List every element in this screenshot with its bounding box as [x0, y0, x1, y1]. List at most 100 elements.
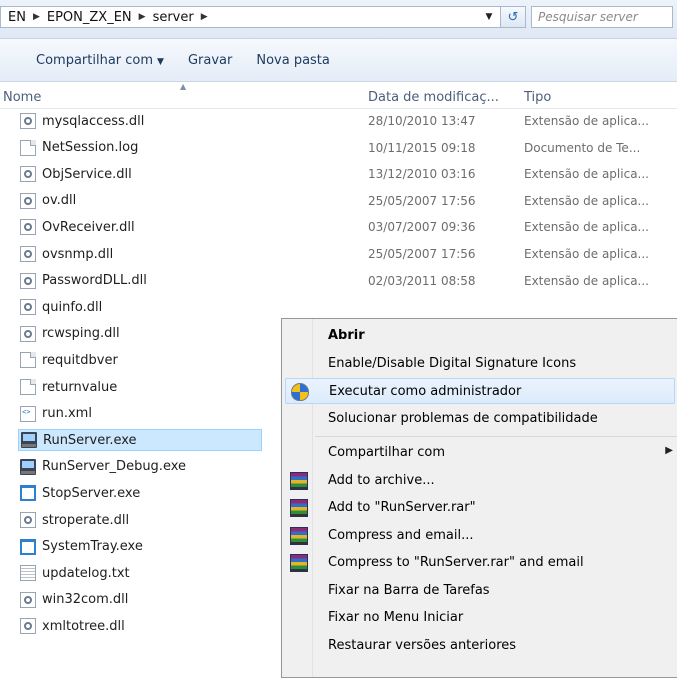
file-name: run.xml — [42, 406, 92, 422]
file-name-cell[interactable]: returnvalue — [18, 376, 262, 398]
file-name-cell[interactable]: StopServer.exe — [18, 482, 262, 504]
file-row[interactable]: ovsnmp.dll 25/05/2007 17:56 Extensão de ap… — [18, 243, 677, 265]
window-icon — [20, 485, 36, 502]
refresh-button[interactable]: ↺ — [500, 6, 526, 28]
menu-item-label: Add to "RunServer.rar" — [328, 500, 476, 515]
chevron-right-icon: ▶ — [665, 445, 673, 456]
refresh-icon: ↺ — [507, 9, 519, 25]
menu-item-compress-to-runserver-rar-and-email[interactable]: Compress to "RunServer.rar" and email — [285, 550, 675, 576]
winrar-icon — [290, 471, 308, 490]
menu-item-solucionar-problemas-de-compatibilidade[interactable]: Solucionar problemas de compatibilidade — [285, 406, 675, 432]
chevron-right-icon[interactable]: ▶ — [31, 12, 42, 22]
file-date: 13/12/2010 03:16 — [368, 167, 476, 182]
dll-icon — [20, 246, 36, 262]
menu-item-restaurar-vers-es-anteriores[interactable]: Restaurar versões anteriores — [285, 633, 675, 659]
menu-item-add-to-archive[interactable]: Add to archive... — [285, 468, 675, 494]
exe-icon — [20, 458, 36, 475]
file-name: rcwsping.dll — [42, 326, 120, 342]
file-name-cell[interactable]: NetSession.log — [18, 137, 262, 159]
file-name-cell[interactable]: run.xml — [18, 403, 262, 425]
file-name-cell[interactable]: xmltotree.dll — [18, 615, 262, 637]
file-name: updatelog.txt — [42, 565, 130, 581]
column-header-date[interactable]: Data de modificaç... — [368, 90, 499, 105]
breadcrumb-item-epon[interactable]: EPON_ZX_EN — [42, 10, 137, 25]
dll-icon — [20, 166, 36, 183]
column-headers: Nome ▲ Data de modificaç... Tipo — [0, 82, 677, 109]
file-name: PasswordDLL.dll — [42, 273, 147, 289]
share-with-button[interactable]: Compartilhar com ▼ — [24, 53, 176, 68]
file-name-cell[interactable]: win32com.dll — [18, 589, 262, 611]
search-input[interactable] — [531, 6, 673, 28]
file-name-cell[interactable]: SystemTray.exe — [18, 536, 262, 558]
dll-icon — [20, 272, 36, 289]
breadcrumb[interactable]: EN ▶ EPON_ZX_EN ▶ server ▶ — [0, 6, 512, 28]
file-row[interactable]: NetSession.log 10/11/2015 09:18 Documento … — [18, 137, 677, 159]
file-name-cell[interactable]: requitdbver — [18, 349, 262, 371]
menu-item-add-to-runserver-rar[interactable]: Add to "RunServer.rar" — [285, 495, 675, 521]
dll-icon — [20, 299, 36, 316]
file-name-cell[interactable]: ov.dll — [18, 190, 262, 212]
file-row[interactable]: quinfo.dll — [18, 296, 677, 318]
file-name-cell[interactable]: ObjService.dll — [18, 163, 262, 185]
column-header-name[interactable]: Nome — [3, 90, 41, 105]
file-name: ObjService.dll — [42, 166, 132, 182]
file-type: Extensão de aplica... — [524, 273, 649, 288]
file-name-cell[interactable]: OvReceiver.dll — [18, 216, 262, 238]
file-name: StopServer.exe — [42, 485, 141, 501]
file-row[interactable]: ov.dll 25/05/2007 17:56 Extensão de aplica… — [18, 190, 677, 212]
menu-item-fixar-na-barra-de-tarefas[interactable]: Fixar na Barra de Tarefas — [285, 578, 675, 604]
address-history-dropdown[interactable]: ▼ — [479, 6, 499, 28]
file-type: Extensão de aplica... — [524, 114, 649, 128]
file-name: quinfo.dll — [42, 299, 103, 315]
menu-item-compartilhar-com[interactable]: Compartilhar com ▶ — [285, 440, 675, 466]
file-name: RunServer_Debug.exe — [42, 459, 187, 475]
winrar-icon — [290, 554, 308, 572]
menu-item-fixar-no-menu-iniciar[interactable]: Fixar no Menu Iniciar — [285, 605, 675, 631]
file-name-cell[interactable]: mysqlaccess.dll — [18, 110, 262, 132]
exe-icon — [21, 432, 37, 449]
menu-separator — [315, 436, 677, 437]
file-row[interactable]: ObjService.dll 13/12/2010 03:16 Extensão d… — [18, 163, 677, 185]
menu-item-compress-and-email[interactable]: Compress and email... — [285, 523, 675, 549]
file-type: Extensão de aplica... — [524, 247, 649, 261]
dll-icon — [20, 512, 36, 528]
breadcrumb-item-server[interactable]: server — [148, 10, 199, 25]
file-name: xmltotree.dll — [42, 618, 125, 634]
menu-item-label: Add to archive... — [328, 472, 435, 488]
file-name: ovsnmp.dll — [42, 246, 114, 262]
file-date: 02/03/2011 08:58 — [368, 273, 476, 288]
breadcrumb-item-en[interactable]: EN — [3, 10, 31, 25]
file-name-cell[interactable]: RunServer_Debug.exe — [18, 456, 262, 478]
chevron-right-icon[interactable]: ▶ — [137, 12, 148, 22]
chevron-right-icon[interactable]: ▶ — [199, 12, 210, 22]
column-header-type[interactable]: Tipo — [524, 90, 551, 105]
context-menu: Abrir Enable/Disable Digital Signature Ic… — [281, 318, 677, 678]
file-date: 03/07/2007 09:36 — [368, 220, 476, 235]
file-row[interactable]: OvReceiver.dll 03/07/2007 09:36 Extensão d… — [18, 216, 677, 238]
file-name-cell[interactable]: quinfo.dll — [18, 296, 262, 318]
file-row[interactable]: PasswordDLL.dll 02/03/2011 08:58 Extensão … — [18, 270, 677, 292]
file-name-cell[interactable]: stroperate.dll — [18, 509, 262, 531]
menu-item-label: Compartilhar com — [328, 445, 446, 460]
sort-ascending-icon: ▲ — [180, 82, 187, 91]
new-folder-button[interactable]: Nova pasta — [244, 53, 342, 68]
menu-item-executar-como-administrador[interactable]: Executar como administrador — [285, 378, 675, 404]
file-name: stroperate.dll — [42, 512, 130, 528]
menu-item-enable-disable-digital-signature-icons[interactable]: Enable/Disable Digital Signature Icons — [285, 351, 675, 377]
dll-icon — [20, 192, 36, 209]
file-type: Extensão de aplica... — [524, 167, 649, 182]
dll-icon — [20, 113, 36, 129]
file-name-cell[interactable]: updatelog.txt — [18, 562, 262, 584]
file-name-cell[interactable]: ovsnmp.dll — [18, 243, 262, 265]
file-name-cell[interactable]: rcwsping.dll — [18, 323, 262, 345]
burn-button[interactable]: Gravar — [176, 53, 244, 68]
menu-item-abrir[interactable]: Abrir — [285, 323, 675, 349]
text-file-icon — [20, 565, 36, 582]
document-icon — [20, 379, 36, 395]
file-name-cell[interactable]: RunServer.exe — [18, 429, 262, 452]
file-row[interactable]: mysqlaccess.dll 28/10/2010 13:47 Extensão … — [18, 110, 677, 132]
file-name: win32com.dll — [42, 592, 129, 608]
file-type: Extensão de aplica... — [524, 193, 649, 208]
file-name: OvReceiver.dll — [42, 219, 135, 235]
file-name-cell[interactable]: PasswordDLL.dll — [18, 270, 262, 292]
